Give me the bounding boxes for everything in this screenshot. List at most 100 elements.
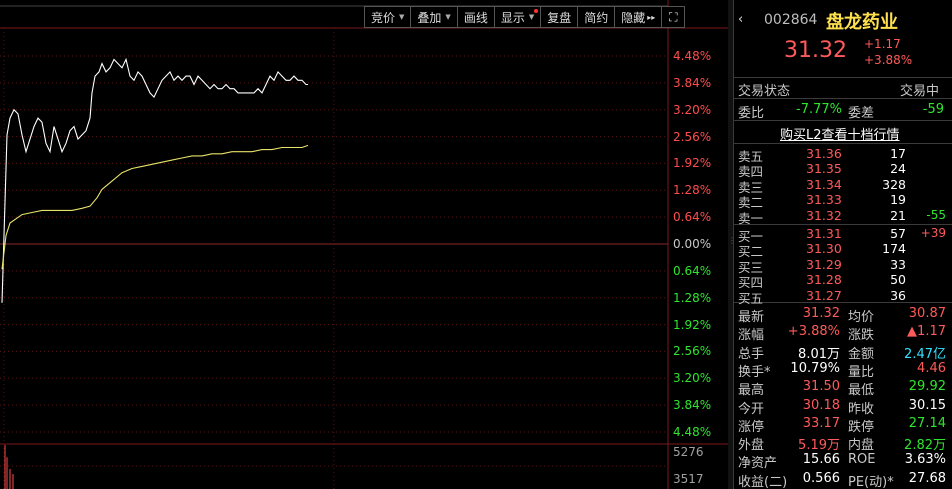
- stat-value: 31.32: [802, 306, 840, 321]
- percent-tick-label: 2.56%: [673, 129, 712, 144]
- auction-button[interactable]: 竞价 ▼: [364, 6, 411, 28]
- replay-button[interactable]: 复盘: [540, 6, 578, 28]
- percent-tick-label: 0.00%: [673, 237, 712, 251]
- stat-value: 2.47亿: [904, 346, 946, 362]
- l2-purchase-link[interactable]: 购买L2查看十档行情: [780, 124, 900, 143]
- percent-tick-label: 5276: [673, 445, 704, 459]
- simple-mode-button[interactable]: 简约: [577, 6, 615, 28]
- stat-label: 今开: [738, 401, 765, 417]
- stat-label: 昨收: [848, 401, 875, 417]
- display-button[interactable]: 显示 ▼: [493, 6, 541, 28]
- weicha-value: -59: [922, 102, 944, 117]
- stat-value: 27.14: [908, 415, 946, 431]
- stat-label: 涨跌: [848, 328, 875, 344]
- stat-label: 收益(二): [738, 474, 788, 489]
- stat-label: 量比: [848, 364, 875, 380]
- sell-level-price: 31.33: [806, 192, 842, 208]
- dropdown-arrow-icon: ▼: [445, 13, 451, 21]
- stat-value: 15.66: [802, 452, 840, 468]
- stat-value: 33.17: [802, 415, 840, 431]
- stat-value: 8.01万: [798, 346, 840, 362]
- stat-label: PE(动)*: [848, 474, 894, 489]
- percent-tick-label: 3.84%: [673, 75, 712, 90]
- sell-level-price: 31.34: [806, 176, 842, 192]
- percent-tick-label: 1.28%: [673, 290, 712, 305]
- sell-level-volume: 328: [882, 176, 906, 192]
- weicha-label: 委差: [848, 106, 875, 121]
- buy-level-label: 买五: [738, 290, 764, 306]
- percent-tick-label: 1.28%: [673, 183, 712, 198]
- sell-level-price: 31.32: [806, 207, 842, 223]
- stat-value: +3.88%: [787, 324, 840, 340]
- trade-status-label: 交易状态: [738, 84, 791, 99]
- stat-value: 10.79%: [790, 360, 840, 376]
- stat-value: 27.68: [908, 470, 946, 486]
- quote-panel: ‹ 002864 盘龙药业 31.32 +1.17 +3.88% 交易状态 交易…: [733, 0, 952, 489]
- buy-level-volume: 36: [890, 287, 906, 303]
- buy-level-price: 31.31: [806, 226, 842, 241]
- buy-level-price: 31.27: [806, 287, 842, 303]
- notification-dot-icon: [534, 9, 539, 13]
- stat-label: 最高: [738, 383, 765, 399]
- last-price: 31.32: [784, 38, 847, 63]
- percent-tick-label: 4.48%: [673, 425, 712, 439]
- stat-label: 总手: [738, 346, 765, 362]
- sell-level-price: 31.35: [806, 161, 842, 177]
- buy-level-price: 31.29: [806, 256, 842, 272]
- price-line: [1, 57, 308, 303]
- stat-value: 31.50: [802, 379, 840, 395]
- dropdown-arrow-icon: ▼: [528, 13, 535, 21]
- quote-header: ‹ 002864 盘龙药业 31.32 +1.17 +3.88%: [734, 0, 952, 78]
- back-arrow-icon[interactable]: ‹: [738, 12, 743, 27]
- dropdown-arrow-icon: ▼: [399, 13, 405, 21]
- stat-label: ROE: [848, 452, 876, 468]
- percent-tick-label: 3.20%: [673, 102, 712, 117]
- overlay-button[interactable]: 叠加 ▼: [410, 6, 457, 28]
- stat-label: 内盘: [848, 438, 875, 454]
- stat-label: 金额: [848, 346, 875, 362]
- percent-tick-label: 1.92%: [673, 156, 712, 171]
- stat-value: ▲1.17: [907, 324, 946, 340]
- stock-code: 002864: [764, 12, 818, 28]
- stock-name[interactable]: 盘龙药业: [826, 8, 898, 34]
- buy-level-volume: 50: [890, 272, 906, 288]
- intraday-chart[interactable]: [0, 0, 728, 489]
- draw-line-button[interactable]: 画线: [456, 6, 494, 28]
- expand-icon: ⛶: [669, 9, 678, 24]
- stat-label: 涨幅: [738, 328, 765, 344]
- avg-price-line: [1, 144, 309, 270]
- buy-level-volume: 174: [882, 241, 906, 257]
- sell-level-volume: 17: [890, 146, 906, 161]
- intraday-chart-panel[interactable]: 竞价 ▼ 叠加 ▼ 画线 显示 ▼ 复盘 简约 隐藏 ▸▸ ⛶ 4.48% 3.84% 3.…: [0, 0, 728, 489]
- buy-level-price: 31.28: [806, 272, 842, 288]
- sell-level-change: -55: [926, 207, 946, 222]
- stat-label: 外盘: [738, 438, 765, 454]
- percent-tick-label: 2.56%: [673, 344, 712, 359]
- sell-level-volume: 21: [890, 207, 906, 223]
- stat-label: 最新: [738, 310, 765, 325]
- percent-tick-label: 3517: [673, 472, 704, 486]
- weibi-value: -7.77%: [796, 102, 842, 117]
- double-arrow-right-icon: ▸▸: [647, 12, 656, 22]
- stat-value: 4.46: [917, 360, 946, 376]
- percent-tick-label: 4.48%: [673, 49, 712, 63]
- buy-level-change: +39: [920, 226, 946, 240]
- fullscreen-button[interactable]: ⛶: [661, 6, 686, 28]
- hide-button[interactable]: 隐藏 ▸▸: [614, 6, 662, 28]
- stat-label: 净资产: [738, 456, 778, 472]
- percent-tick-label: 3.84%: [673, 398, 712, 413]
- stat-label: 换手*: [738, 364, 771, 380]
- stat-value: 30.87: [908, 306, 946, 321]
- stat-label: 跌停: [848, 419, 875, 435]
- stat-label: 最低: [848, 383, 875, 399]
- stat-value: 29.92: [908, 379, 946, 395]
- stat-label: 均价: [848, 310, 875, 325]
- percent-tick-label: 0.64%: [673, 210, 712, 225]
- weibi-label: 委比: [738, 106, 765, 121]
- stat-value: 0.566: [802, 470, 840, 486]
- stat-label: 涨停: [738, 419, 765, 435]
- sell-level-price: 31.36: [806, 146, 842, 161]
- buy-level-volume: 57: [890, 226, 906, 241]
- stat-value: 30.18: [802, 397, 840, 413]
- percent-tick-label: 0.64%: [673, 263, 712, 278]
